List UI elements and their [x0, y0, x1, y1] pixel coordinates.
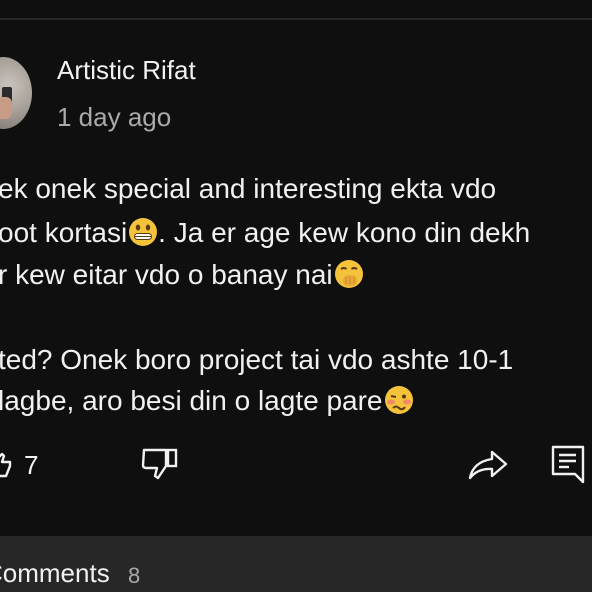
comments-label[interactable]: Comments [0, 558, 110, 589]
dislike-icon[interactable] [140, 446, 180, 482]
comment-line-4: ted? Onek boro project tai vdo ashte 10-… [0, 343, 513, 377]
comment-text-1: ek onek special and interesting ekta vdo [0, 173, 497, 204]
share-icon[interactable] [466, 446, 510, 482]
comment-text-5: lagbe, aro besi din o lagte pare [0, 385, 383, 416]
comment-line-3: r kew eitar vdo o banay nai [0, 258, 364, 292]
woozy-face-emoji-icon [384, 386, 413, 414]
comment-text-4: ted? Onek boro project tai vdo ashte 10-… [0, 344, 514, 375]
comment-detail-page: Artistic Rifat 1 day ago ek onek special… [0, 0, 592, 592]
comment-text-3: r kew eitar vdo o banay nai [0, 259, 333, 290]
comment-author[interactable]: Artistic Rifat [57, 55, 196, 86]
comment-line-2: oot kortasi . Ja er age kew kono din dek… [0, 216, 530, 250]
avatar[interactable] [0, 57, 32, 129]
comments-count: 8 [128, 563, 141, 588]
like-icon[interactable] [0, 450, 12, 480]
grinning-face-emoji-icon [129, 218, 158, 246]
comment-text-2b: . Ja er age kew kono din dekh [158, 217, 531, 248]
comment-timestamp: 1 day ago [57, 102, 172, 132]
comment-line-1: ek onek special and interesting ekta vdo [0, 172, 496, 206]
face-with-hand-over-mouth-emoji-icon [334, 260, 363, 288]
reply-icon[interactable] [550, 444, 586, 484]
comment-text-2a: oot kortasi [0, 217, 128, 248]
top-divider [0, 18, 592, 20]
comment-line-5: lagbe, aro besi din o lagte pare [0, 384, 414, 418]
avatar-hand [0, 97, 12, 119]
like-count: 7 [24, 450, 39, 480]
